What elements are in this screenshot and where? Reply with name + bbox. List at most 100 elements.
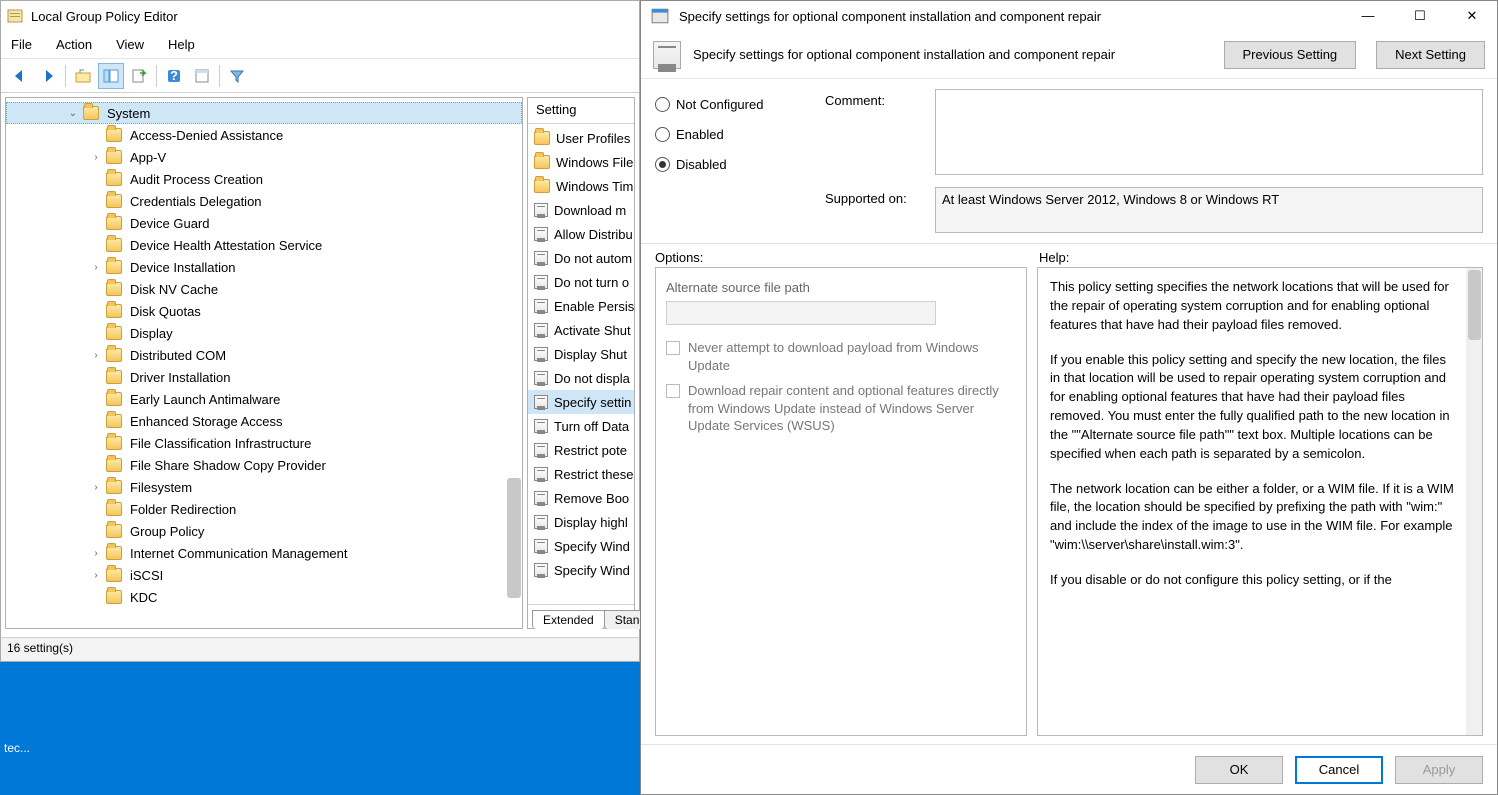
setting-row[interactable]: Display Shut (528, 342, 634, 366)
tree-item[interactable]: ›iSCSI (6, 564, 522, 586)
next-setting-button[interactable]: Next Setting (1376, 41, 1485, 69)
options-label: Options: (655, 250, 1039, 265)
policy-dialog: Specify settings for optional component … (640, 0, 1498, 795)
gpedit-window: Local Group Policy Editor File Action Vi… (0, 0, 640, 662)
tree-item[interactable]: Early Launch Antimalware (6, 388, 522, 410)
tree-item[interactable]: ›App-V (6, 146, 522, 168)
tree-item[interactable]: File Classification Infrastructure (6, 432, 522, 454)
setting-row[interactable]: Display highl (528, 510, 634, 534)
menu-action[interactable]: Action (56, 37, 92, 52)
properties-button[interactable] (189, 63, 215, 89)
up-button[interactable] (70, 63, 96, 89)
apply-button[interactable]: Apply (1395, 756, 1483, 784)
tree-item[interactable]: Access-Denied Assistance (6, 124, 522, 146)
radio-group: Not Configured Enabled Disabled (655, 89, 815, 179)
help-paragraph: This policy setting specifies the networ… (1050, 278, 1456, 335)
radio-not-configured[interactable]: Not Configured (655, 89, 815, 119)
radio-label: Disabled (676, 157, 727, 172)
help-scrollbar[interactable] (1466, 268, 1482, 735)
export-button[interactable] (126, 63, 152, 89)
alternate-path-input (666, 301, 936, 325)
tree-item[interactable]: Audit Process Creation (6, 168, 522, 190)
menu-help[interactable]: Help (168, 37, 195, 52)
forward-button[interactable] (35, 63, 61, 89)
setting-row[interactable]: Restrict pote (528, 438, 634, 462)
comment-label: Comment: (825, 89, 925, 108)
titlebar: Local Group Policy Editor (1, 1, 639, 31)
setting-row[interactable]: Remove Boo (528, 486, 634, 510)
comment-field[interactable] (935, 89, 1483, 175)
tree-item[interactable]: Display (6, 322, 522, 344)
tree-item[interactable]: Disk Quotas (6, 300, 522, 322)
tree-item-system[interactable]: ⌄System (6, 102, 522, 124)
tree-pane[interactable]: ⌄SystemAccess-Denied Assistance›App-VAud… (5, 97, 523, 629)
setting-row[interactable]: User Profiles (528, 126, 634, 150)
tree-item[interactable]: File Share Shadow Copy Provider (6, 454, 522, 476)
tree-item[interactable]: Driver Installation (6, 366, 522, 388)
tree-item[interactable]: ›Distributed COM (6, 344, 522, 366)
tree-item[interactable]: Group Policy (6, 520, 522, 542)
back-button[interactable] (7, 63, 33, 89)
tree-item[interactable]: Disk NV Cache (6, 278, 522, 300)
statusbar: 16 setting(s) (1, 637, 639, 661)
tree-item[interactable]: Credentials Delegation (6, 190, 522, 212)
minimize-button[interactable]: — (1353, 8, 1383, 24)
tree-item[interactable]: Folder Redirection (6, 498, 522, 520)
menu-view[interactable]: View (116, 37, 144, 52)
setting-row[interactable]: Specify Wind (528, 558, 634, 582)
setting-row[interactable]: Download m (528, 198, 634, 222)
taskbar-item[interactable]: tec... (0, 739, 34, 757)
close-button[interactable]: ✕ (1457, 8, 1487, 24)
gpedit-icon (7, 8, 23, 24)
help-panel[interactable]: This policy setting specifies the networ… (1037, 267, 1483, 736)
help-label: Help: (1039, 250, 1069, 265)
tree-scrollbar-thumb[interactable] (507, 478, 521, 598)
tree-item[interactable]: ›Device Installation (6, 256, 522, 278)
help-scrollbar-thumb[interactable] (1468, 270, 1481, 340)
dialog-header: Specify settings for optional component … (641, 31, 1497, 79)
tree-item[interactable]: KDC (6, 586, 522, 608)
radio-label: Not Configured (676, 97, 763, 112)
help-button[interactable]: ? (161, 63, 187, 89)
options-panel: Alternate source file path Never attempt… (655, 267, 1027, 736)
checkbox-download-wsus: Download repair content and optional fea… (666, 382, 1016, 435)
setting-row[interactable]: Windows Tim (528, 174, 634, 198)
menu-file[interactable]: File (11, 37, 32, 52)
setting-row[interactable]: Specify settin (528, 390, 634, 414)
setting-row[interactable]: Do not autom (528, 246, 634, 270)
setting-row[interactable]: Allow Distribu (528, 222, 634, 246)
radio-enabled[interactable]: Enabled (655, 119, 815, 149)
tree-item[interactable]: ›Filesystem (6, 476, 522, 498)
dialog-title: Specify settings for optional component … (679, 9, 1101, 24)
tree-item[interactable]: ›Internet Communication Management (6, 542, 522, 564)
maximize-button[interactable]: ☐ (1405, 8, 1435, 24)
radio-disabled[interactable]: Disabled (655, 149, 815, 179)
dialog-icon (651, 7, 669, 25)
setting-row[interactable]: Enable Persis (528, 294, 634, 318)
toolbar: ? (1, 59, 639, 93)
tree-item[interactable]: Device Guard (6, 212, 522, 234)
tree-item[interactable]: Device Health Attestation Service (6, 234, 522, 256)
supported-label: Supported on: (825, 187, 925, 206)
show-tree-button[interactable] (98, 63, 124, 89)
checkbox-label: Never attempt to download payload from W… (688, 339, 1016, 374)
setting-row[interactable]: Do not turn o (528, 270, 634, 294)
setting-row[interactable]: Specify Wind (528, 534, 634, 558)
help-paragraph: The network location can be either a fol… (1050, 480, 1456, 555)
ok-button[interactable]: OK (1195, 756, 1283, 784)
setting-row[interactable]: Do not displa (528, 366, 634, 390)
view-tabs: Extended Standard (528, 604, 634, 628)
previous-setting-button[interactable]: Previous Setting (1224, 41, 1357, 69)
filter-button[interactable] (224, 63, 250, 89)
dialog-heading: Specify settings for optional component … (693, 47, 1212, 62)
alternate-path-label: Alternate source file path (666, 280, 1016, 295)
setting-row[interactable]: Activate Shut (528, 318, 634, 342)
setting-row[interactable]: Windows File (528, 150, 634, 174)
cancel-button[interactable]: Cancel (1295, 756, 1383, 784)
setting-row[interactable]: Turn off Data (528, 414, 634, 438)
list-column-header[interactable]: Setting (528, 98, 634, 124)
tab-extended[interactable]: Extended (532, 610, 605, 629)
checkbox-never-download: Never attempt to download payload from W… (666, 339, 1016, 374)
setting-row[interactable]: Restrict these (528, 462, 634, 486)
tree-item[interactable]: Enhanced Storage Access (6, 410, 522, 432)
